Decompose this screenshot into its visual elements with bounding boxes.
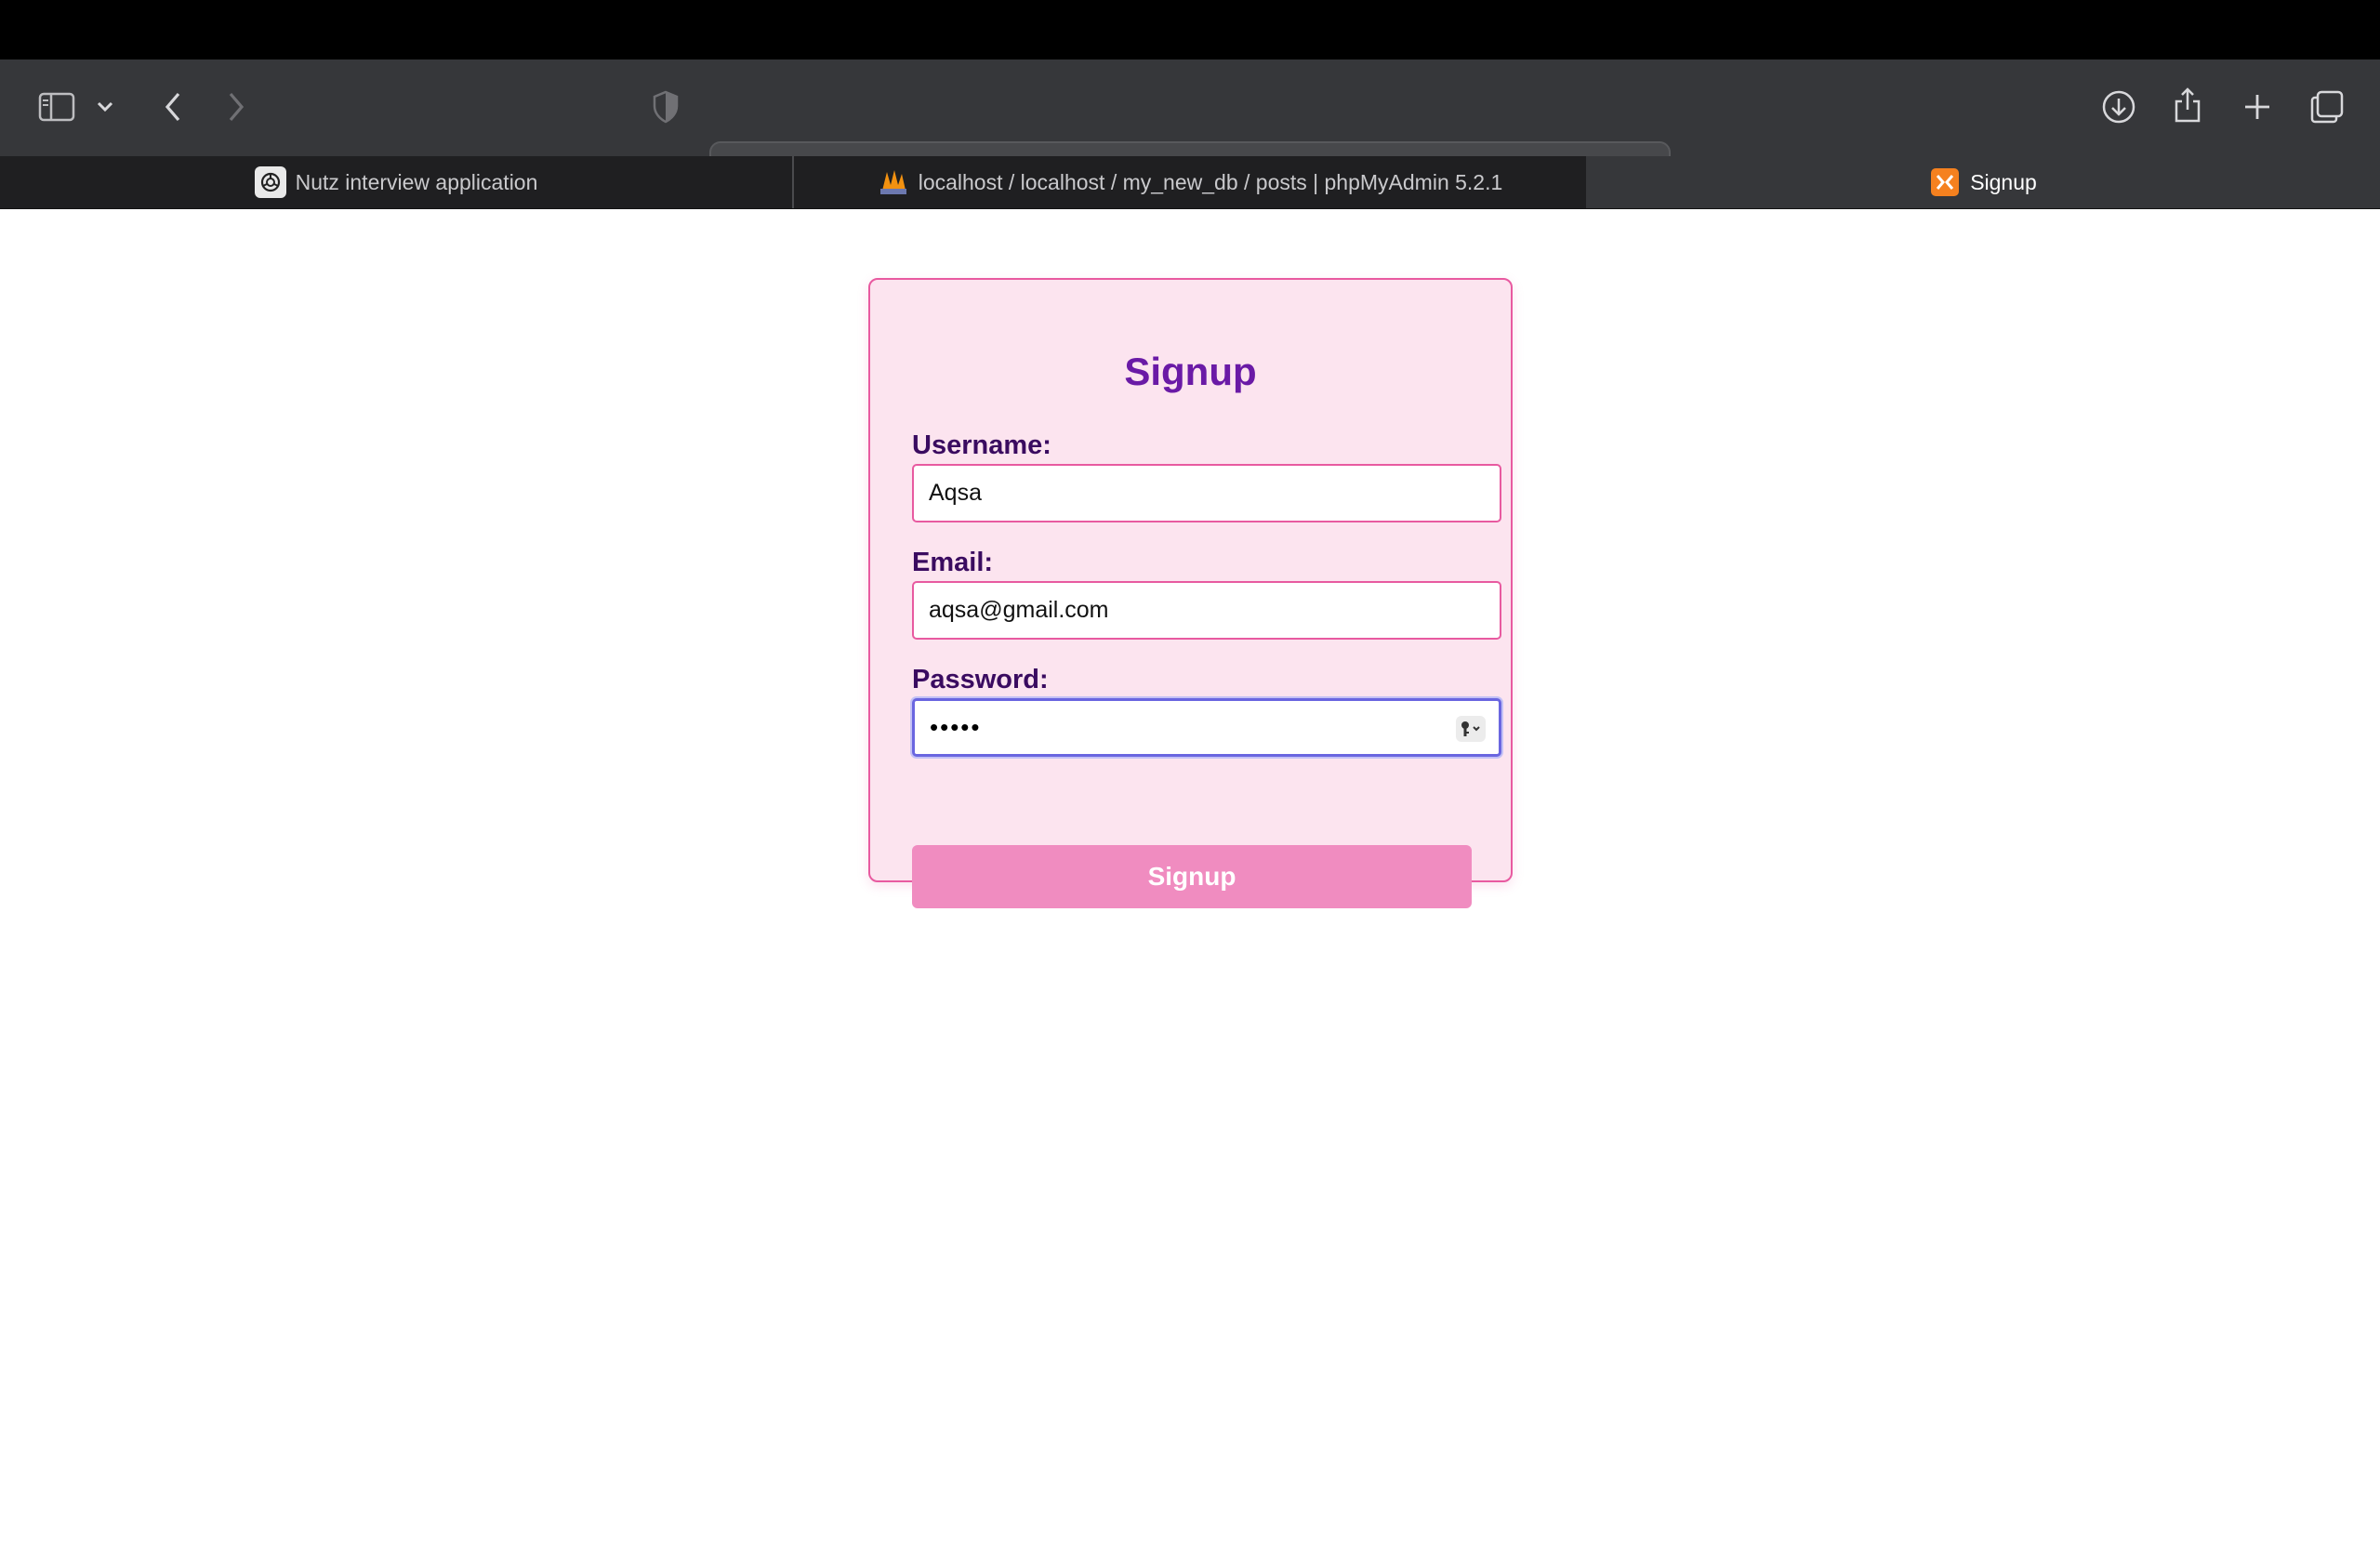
username-field[interactable]: Aqsa [912,464,1501,522]
phpmyadmin-icon [878,166,909,198]
forward-icon[interactable] [218,87,255,126]
plus-icon[interactable] [2240,89,2275,125]
username-label: Username: [912,430,1051,460]
password-field[interactable]: ••••• [912,698,1501,757]
tab-label: Nutz interview application [295,169,538,194]
browser-toolbar: localhost [0,60,2380,192]
openai-icon [254,166,286,198]
email-label: Email: [912,548,994,577]
email-field[interactable]: aqsa@gmail.com [912,581,1501,640]
password-label: Password: [912,665,1049,694]
key-icon[interactable] [1456,716,1486,742]
tab-signup[interactable]: Signup [1586,156,2380,208]
download-icon[interactable] [2099,87,2138,126]
screen-top-bar [0,0,2380,60]
signup-card: Signup Username: Aqsa Email: aqsa@gmail.… [868,278,1513,908]
sidebar-icon[interactable] [37,87,76,126]
tab-label: localhost / localhost / my_new_db / post… [918,169,1503,194]
username-value: Aqsa [929,480,982,506]
email-value: aqsa@gmail.com [929,597,1109,623]
tab-nutz-interview[interactable]: Nutz interview application [0,156,792,208]
tab-label: Signup [1970,169,2037,194]
xampp-icon [1929,166,1961,198]
chevron-down-icon[interactable] [91,93,119,121]
tabs-icon[interactable] [2307,87,2347,126]
tab-phpmyadmin[interactable]: localhost / localhost / my_new_db / post… [794,156,1586,208]
page-title: Signup [1124,350,1257,393]
password-value: ••••• [930,713,982,741]
share-icon[interactable] [2170,84,2205,126]
signup-button[interactable]: Signup [912,845,1472,908]
back-icon[interactable] [154,87,192,126]
tab-bar: Nutz interview application localhost / l… [0,156,2380,209]
shield-icon[interactable] [648,87,683,126]
page-content: Signup Username: Aqsa Email: aqsa@gmail.… [0,209,2380,1547]
